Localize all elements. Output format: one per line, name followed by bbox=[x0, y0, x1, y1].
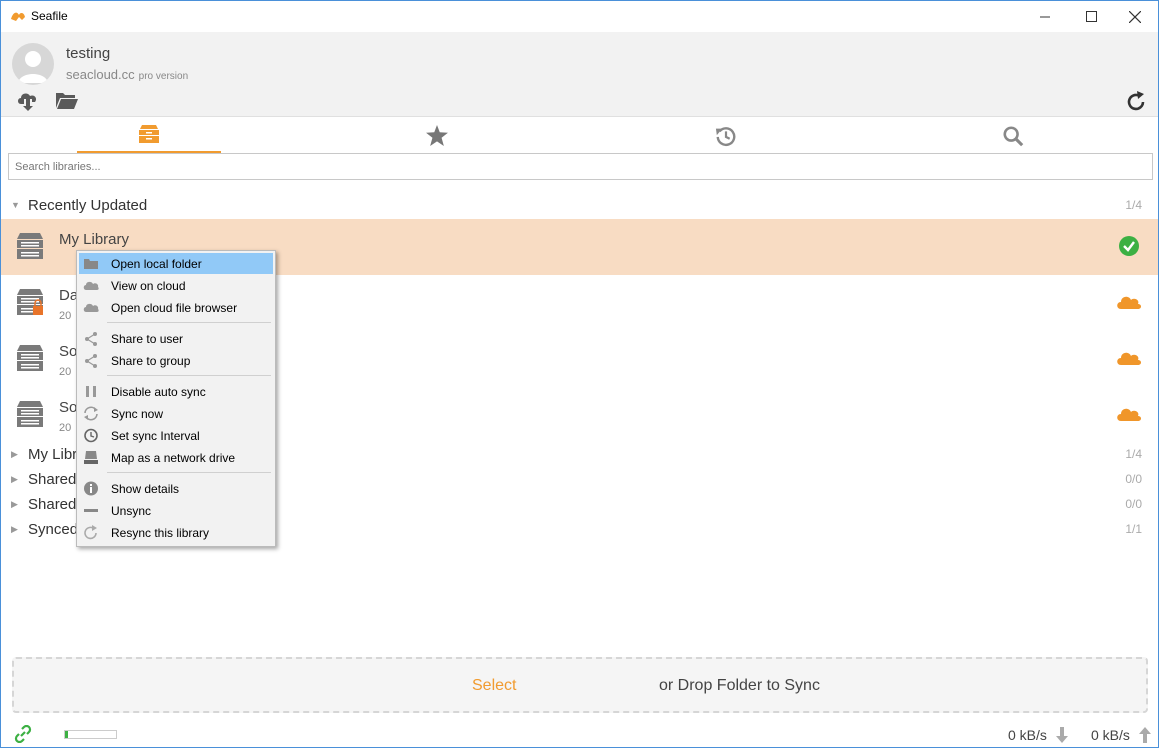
tab-libraries[interactable] bbox=[77, 117, 221, 154]
section-count: 0/0 bbox=[1125, 472, 1142, 486]
close-button[interactable] bbox=[1112, 1, 1158, 32]
open-folder-icon[interactable] bbox=[55, 90, 79, 112]
avatar[interactable] bbox=[12, 43, 54, 85]
menu-item-set-sync-interval[interactable]: Set sync Interval bbox=[79, 425, 273, 446]
maximize-button[interactable] bbox=[1068, 1, 1114, 32]
library-name: My Library bbox=[59, 231, 130, 248]
download-arrow-icon bbox=[1056, 727, 1068, 743]
drop-folder-text: or Drop Folder to Sync bbox=[659, 677, 820, 694]
download-rate: 0 kB/s bbox=[1008, 727, 1047, 743]
library-icon bbox=[17, 289, 43, 315]
cloud-icon bbox=[83, 281, 99, 290]
menu-separator bbox=[107, 322, 271, 323]
account-name: testing bbox=[66, 45, 111, 62]
link-icon[interactable] bbox=[13, 725, 33, 743]
section-count: 1/4 bbox=[1125, 447, 1142, 461]
tab-activities[interactable] bbox=[654, 117, 798, 154]
title-bar: Seafile bbox=[1, 1, 1158, 32]
resync-icon bbox=[84, 525, 97, 540]
transfer-progress-bar bbox=[64, 730, 117, 739]
share-icon bbox=[85, 332, 97, 346]
sync-icon bbox=[84, 406, 98, 421]
tab-bar bbox=[1, 116, 1158, 154]
user-avatar-icon bbox=[18, 51, 48, 83]
folder-icon bbox=[84, 259, 98, 269]
account-edition: pro version bbox=[138, 71, 189, 82]
section-count: 1/1 bbox=[1125, 522, 1142, 536]
account-header: testing seacloud.cc pro version bbox=[1, 32, 1158, 116]
menu-item-show-details[interactable]: Show details bbox=[79, 478, 273, 499]
menu-item-share-to-user[interactable]: Share to user bbox=[79, 328, 273, 349]
library-context-menu: Open local folder View on cloud Open clo… bbox=[76, 250, 276, 547]
tab-search[interactable] bbox=[941, 117, 1085, 154]
menu-item-view-on-cloud[interactable]: View on cloud bbox=[79, 275, 273, 296]
cloud-icon bbox=[1117, 296, 1141, 309]
expanded-arrow-icon: ▼ bbox=[11, 200, 20, 210]
section-count: 1/4 bbox=[1125, 198, 1142, 212]
collapsed-arrow-icon: ▶ bbox=[11, 524, 18, 534]
cloud-download-icon[interactable] bbox=[16, 90, 40, 112]
search-icon bbox=[1003, 125, 1024, 146]
seafile-logo-icon bbox=[11, 12, 25, 21]
progress-fill bbox=[65, 731, 68, 738]
library-timestamp: 20 bbox=[59, 422, 72, 434]
account-server: seacloud.cc pro version bbox=[66, 67, 189, 82]
minus-icon bbox=[84, 509, 98, 512]
drop-folder-zone[interactable]: Select or Drop Folder to Sync bbox=[12, 657, 1148, 713]
upload-arrow-icon bbox=[1139, 727, 1151, 743]
library-icon bbox=[17, 233, 43, 259]
library-icon bbox=[17, 401, 43, 427]
section-label: Recently Updated bbox=[28, 197, 148, 214]
history-icon bbox=[715, 126, 736, 146]
menu-item-unsync[interactable]: Unsync bbox=[79, 500, 273, 521]
window-title: Seafile bbox=[31, 9, 68, 23]
refresh-icon[interactable] bbox=[1124, 90, 1148, 114]
synced-check-icon bbox=[1119, 236, 1139, 256]
menu-item-sync-now[interactable]: Sync now bbox=[79, 403, 273, 424]
menu-item-share-to-group[interactable]: Share to group bbox=[79, 350, 273, 371]
library-name: So bbox=[59, 399, 78, 416]
collapsed-arrow-icon: ▶ bbox=[11, 474, 18, 484]
search-input[interactable] bbox=[8, 153, 1153, 180]
minimize-button[interactable] bbox=[1022, 1, 1068, 32]
share-icon bbox=[85, 354, 97, 368]
section-recently-updated[interactable]: ▼ Recently Updated 1/4 bbox=[1, 193, 1158, 217]
section-count: 0/0 bbox=[1125, 497, 1142, 511]
cloud-icon bbox=[1117, 408, 1141, 421]
menu-item-open-cloud-file-browser[interactable]: Open cloud file browser bbox=[79, 297, 273, 318]
upload-rate: 0 kB/s bbox=[1091, 727, 1130, 743]
library-timestamp: 20 bbox=[59, 366, 72, 378]
menu-item-disable-auto-sync[interactable]: Disable auto sync bbox=[79, 381, 273, 402]
info-icon bbox=[84, 481, 98, 496]
collapsed-arrow-icon: ▶ bbox=[11, 449, 18, 459]
star-icon bbox=[426, 125, 448, 146]
collapsed-arrow-icon: ▶ bbox=[11, 499, 18, 509]
close-icon bbox=[1129, 10, 1141, 23]
menu-separator bbox=[107, 472, 271, 473]
library-icon bbox=[139, 125, 159, 143]
app-window: Seafile testing seacloud.ccpro version bbox=[0, 0, 1159, 748]
menu-item-open-local-folder[interactable]: Open local folder bbox=[79, 253, 273, 274]
menu-separator bbox=[107, 375, 271, 376]
drive-icon bbox=[84, 451, 98, 464]
minimize-icon bbox=[1040, 16, 1050, 17]
clock-icon bbox=[84, 428, 98, 443]
menu-item-map-network-drive[interactable]: Map as a network drive bbox=[79, 447, 273, 468]
cloud-icon bbox=[1117, 352, 1141, 365]
select-folder-link[interactable]: Select bbox=[472, 677, 516, 695]
tab-starred[interactable] bbox=[365, 117, 509, 154]
menu-item-resync[interactable]: Resync this library bbox=[79, 522, 273, 543]
library-icon bbox=[17, 345, 43, 371]
pause-icon bbox=[86, 386, 96, 397]
cloud-icon bbox=[83, 303, 99, 312]
library-timestamp: 20 bbox=[59, 310, 72, 322]
library-name: So bbox=[59, 343, 78, 360]
maximize-icon bbox=[1085, 11, 1097, 22]
